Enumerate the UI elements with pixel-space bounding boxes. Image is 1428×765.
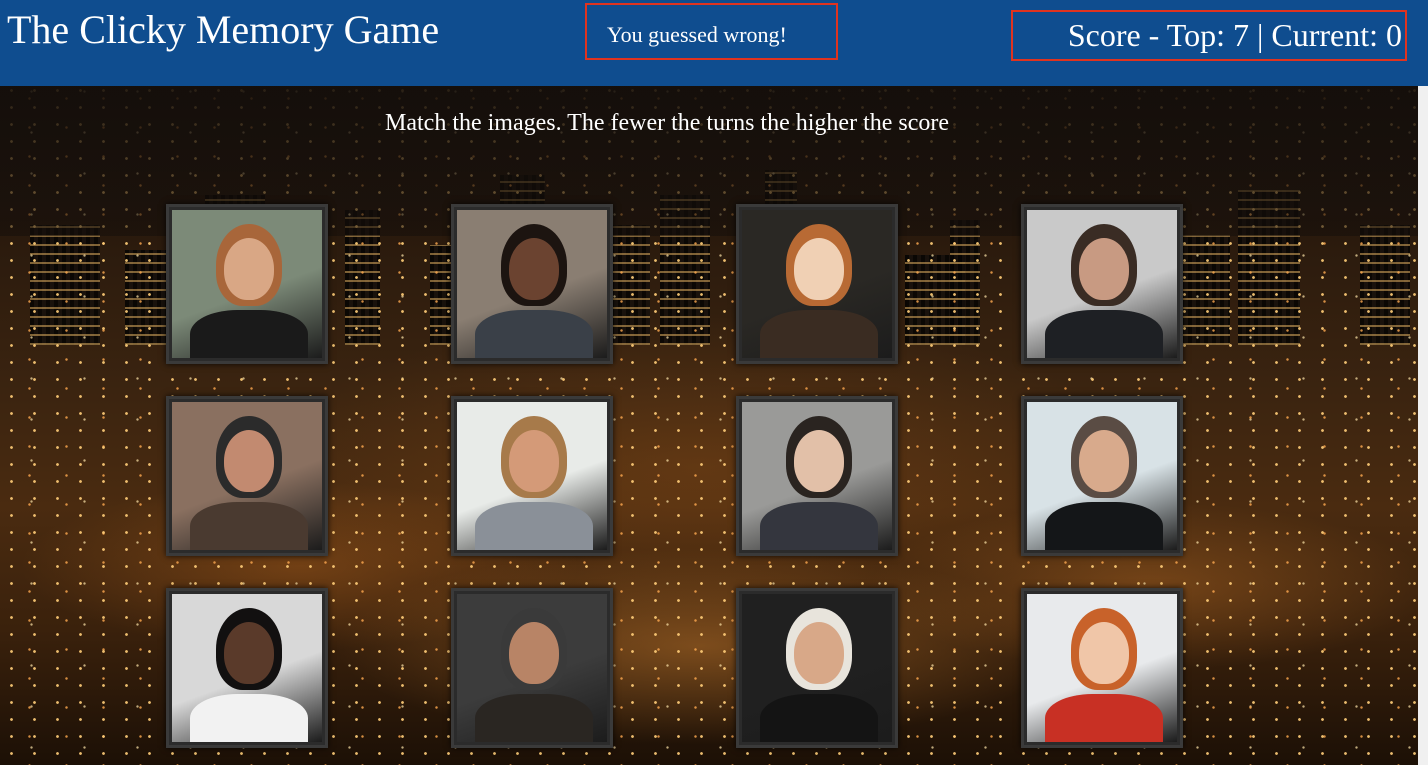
portrait-body [760, 502, 878, 550]
portrait-image [742, 402, 892, 550]
portrait-image [172, 210, 322, 358]
portrait-face [1079, 430, 1129, 492]
portrait-body [760, 310, 878, 358]
instructions-text: Match the images. The fewer the turns th… [385, 110, 950, 136]
portrait-body [190, 310, 308, 358]
portrait-face [794, 430, 844, 492]
portrait-face [509, 622, 559, 684]
card-1[interactable] [166, 204, 328, 364]
portrait-image [172, 594, 322, 742]
portrait-body [475, 694, 593, 742]
portrait-face [509, 430, 559, 492]
portrait-image [1027, 402, 1177, 550]
app-title[interactable]: The Clicky Memory Game [7, 6, 439, 54]
guess-message-box: You guessed wrong! [585, 3, 838, 60]
card-6[interactable] [451, 396, 613, 556]
portrait-body [1045, 502, 1163, 550]
score-text: Score - Top: 7 | Current: 0 [1067, 17, 1402, 53]
portrait-image [457, 594, 607, 742]
portrait-image [1027, 210, 1177, 358]
card-9[interactable] [166, 588, 328, 748]
portrait-body [1045, 310, 1163, 358]
portrait-face [1079, 238, 1129, 300]
portrait-body [475, 502, 593, 550]
portrait-face [224, 238, 274, 300]
card-3[interactable] [736, 204, 898, 364]
portrait-body [190, 502, 308, 550]
guess-message: You guessed wrong! [607, 22, 787, 47]
card-12[interactable] [1021, 588, 1183, 748]
vertical-scrollbar[interactable] [1418, 86, 1428, 765]
portrait-image [742, 210, 892, 358]
card-10[interactable] [451, 588, 613, 748]
portrait-image [457, 210, 607, 358]
portrait-image [742, 594, 892, 742]
navbar: The Clicky Memory Game You guessed wrong… [0, 0, 1428, 86]
portrait-face [509, 238, 559, 300]
card-4[interactable] [1021, 204, 1183, 364]
card-7[interactable] [736, 396, 898, 556]
portrait-image [172, 402, 322, 550]
portrait-image [457, 402, 607, 550]
portrait-body [760, 694, 878, 742]
card-11[interactable] [736, 588, 898, 748]
portrait-face [794, 622, 844, 684]
card-5[interactable] [166, 396, 328, 556]
portrait-face [224, 622, 274, 684]
portrait-face [224, 430, 274, 492]
portrait-face [794, 238, 844, 300]
portrait-body [1045, 694, 1163, 742]
portrait-face [1079, 622, 1129, 684]
card-8[interactable] [1021, 396, 1183, 556]
score-box: Score - Top: 7 | Current: 0 [1011, 10, 1407, 61]
portrait-body [475, 310, 593, 358]
card-2[interactable] [451, 204, 613, 364]
portrait-body [190, 694, 308, 742]
portrait-image [1027, 594, 1177, 742]
